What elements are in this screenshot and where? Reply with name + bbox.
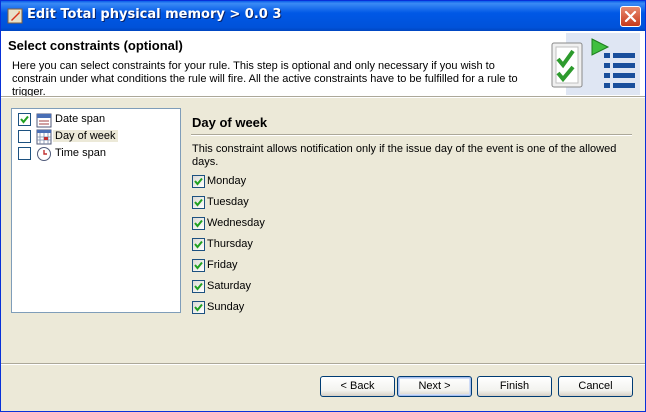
edit-rule-dialog: Edit Total physical memory > 0.0 3 Selec… xyxy=(0,0,646,412)
panel-title: Day of week xyxy=(192,115,268,130)
constraint-tree[interactable]: Date span Day of week Time span xyxy=(11,108,181,313)
day-checkbox[interactable] xyxy=(192,175,205,188)
constraint-label: Day of week xyxy=(53,130,118,142)
header-divider-highlight xyxy=(1,97,645,98)
panel-divider-highlight xyxy=(191,135,632,136)
day-checkbox[interactable] xyxy=(192,280,205,293)
day-label: Thursday xyxy=(207,238,253,250)
panel-description: This constraint allows notification only… xyxy=(192,143,617,168)
checkmark-icon xyxy=(20,115,29,124)
title-bar[interactable]: Edit Total physical memory > 0.0 3 xyxy=(1,1,645,31)
day-label: Wednesday xyxy=(207,217,265,229)
calendar-grid-icon xyxy=(36,129,52,145)
constraint-checkbox-time-span[interactable] xyxy=(18,147,31,160)
constraint-label: Time span xyxy=(55,147,106,159)
checkmark-icon xyxy=(194,261,203,270)
clock-icon xyxy=(37,147,51,161)
wizard-header: Select constraints (optional) Here you c… xyxy=(1,31,645,98)
day-checkbox[interactable] xyxy=(192,238,205,251)
day-label: Saturday xyxy=(207,280,252,292)
constraint-label: Date span xyxy=(55,113,106,125)
day-label: Friday xyxy=(207,259,238,271)
checkmark-icon xyxy=(194,303,203,312)
checklist-run-icon xyxy=(551,33,640,95)
app-icon xyxy=(7,8,23,24)
day-checkbox[interactable] xyxy=(192,301,205,314)
footer-divider-highlight xyxy=(1,364,645,365)
constraint-checkbox-day-of-week[interactable] xyxy=(18,130,31,143)
back-button[interactable]: < Back xyxy=(320,376,395,397)
day-label: Tuesday xyxy=(207,196,249,208)
day-checkbox[interactable] xyxy=(192,196,205,209)
constraint-checkbox-date-span[interactable] xyxy=(18,113,31,126)
day-label: Sunday xyxy=(207,301,245,313)
finish-button[interactable]: Finish xyxy=(477,376,552,397)
calendar-icon xyxy=(36,113,52,128)
checkmark-icon xyxy=(194,282,203,291)
close-button[interactable] xyxy=(620,6,641,27)
day-checkbox[interactable] xyxy=(192,259,205,272)
window-title: Edit Total physical memory > 0.0 3 xyxy=(27,7,282,22)
close-icon xyxy=(624,10,637,23)
checkmark-icon xyxy=(194,240,203,249)
checkmark-icon xyxy=(194,177,203,186)
day-label: Monday xyxy=(207,175,247,187)
checkmark-icon xyxy=(194,219,203,228)
cancel-button[interactable]: Cancel xyxy=(558,376,633,397)
checkmark-icon xyxy=(194,198,203,207)
next-button[interactable]: Next > xyxy=(397,376,472,397)
header-description: Here you can select constraints for your… xyxy=(12,60,518,98)
header-title: Select constraints (optional) xyxy=(8,38,183,53)
day-checkbox[interactable] xyxy=(192,217,205,230)
